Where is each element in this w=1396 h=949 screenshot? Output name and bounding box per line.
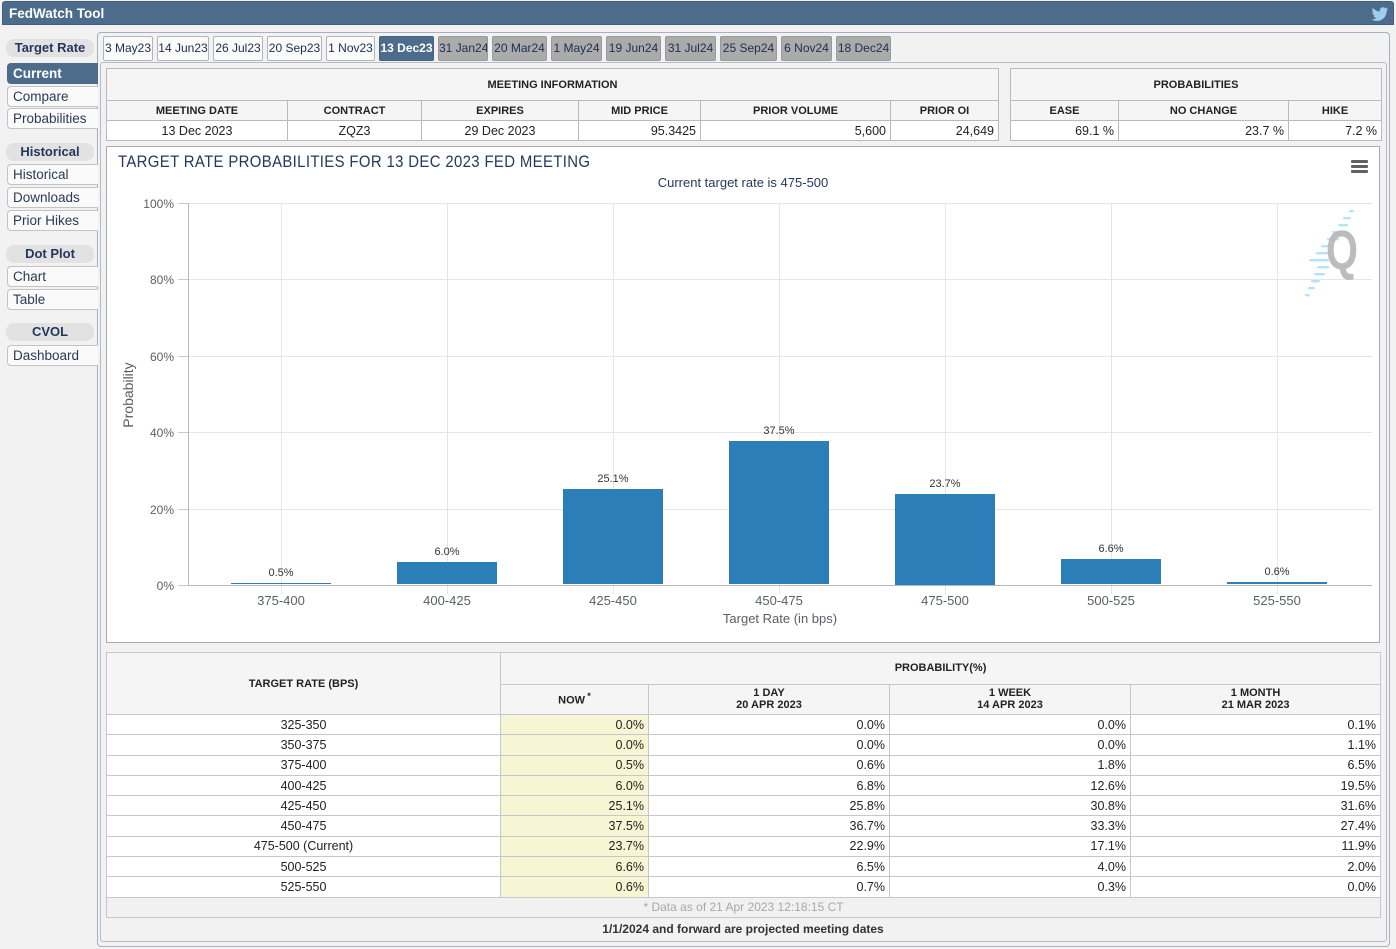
svg-text:Q: Q xyxy=(1326,218,1358,281)
